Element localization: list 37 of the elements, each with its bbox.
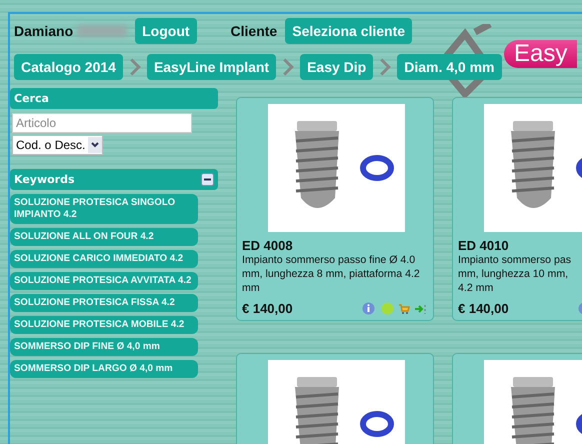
breadcrumb-link[interactable]: Diam. 4,0 mm (397, 54, 502, 80)
product-price: € 140,00 (458, 301, 510, 316)
keyword-link[interactable]: SOMMERSO DIP FINE Ø 4,0 mm (10, 338, 198, 356)
product-price: € 140,00 (242, 301, 294, 316)
keyword-link[interactable]: SOLUZIONE CARICO IMMEDIATO 4.2 (10, 250, 198, 268)
cart-icon[interactable] (398, 302, 410, 314)
info-icon[interactable] (362, 302, 375, 315)
keyword-link[interactable]: SOMMERSO DIP LARGO Ø 4,0 mm (10, 360, 198, 378)
keywords-title: Keywords (14, 173, 75, 186)
breadcrumb-link[interactable]: Catalogo 2014 (14, 54, 123, 80)
chevron-icon (282, 56, 294, 78)
breadcrumb-link[interactable]: EasyLine Implant (146, 54, 276, 80)
product-code: ED 4008 (242, 238, 294, 253)
keyword-link[interactable]: SOLUZIONE PROTESICA AVVITATA 4.2 (10, 272, 198, 290)
keyword-link[interactable]: SOLUZIONE PROTESICA MOBILE 4.2 (10, 316, 198, 334)
chevron-icon (128, 56, 141, 78)
logout-button[interactable]: Logout (135, 18, 197, 44)
product-description: Impianto sommerso pas mm, lunghezza 10 mm, 4.2 mm (458, 253, 572, 295)
dropdown-icon (88, 137, 102, 153)
keyword-link[interactable]: SOLUZIONE PROTESICA FISSA 4.2 (10, 294, 198, 312)
product-description: Impianto sommerso passo fine Ø 4.0 mm, lunghezza 8 mm, piattaforma 4.2 mm (242, 253, 421, 295)
product-code: ED 4010 (458, 238, 510, 253)
arrow-icon[interactable] (414, 302, 428, 314)
select-client-button[interactable]: Seleziona cliente (285, 18, 412, 44)
search-field[interactable]: Articolo (12, 113, 192, 133)
search-header: Cerca (10, 88, 218, 109)
client-label: Cliente (230, 23, 278, 39)
status-dot-icon (381, 302, 394, 315)
redacted-name (77, 25, 128, 37)
keyword-link[interactable]: SOLUZIONE ALL ON FOUR 4.2 (10, 228, 198, 246)
search-mode-select[interactable]: Cod. o Desc. (12, 135, 104, 155)
user-name: Damiano (14, 23, 74, 39)
chevron-icon (379, 56, 392, 78)
collapse-icon[interactable] (201, 173, 214, 186)
logo: Easy (504, 40, 578, 68)
keyword-link[interactable]: SOLUZIONE PROTESICA SINGOLO IMPIANTO 4.2 (10, 194, 198, 224)
breadcrumb-link[interactable]: Easy Dip (300, 54, 374, 80)
